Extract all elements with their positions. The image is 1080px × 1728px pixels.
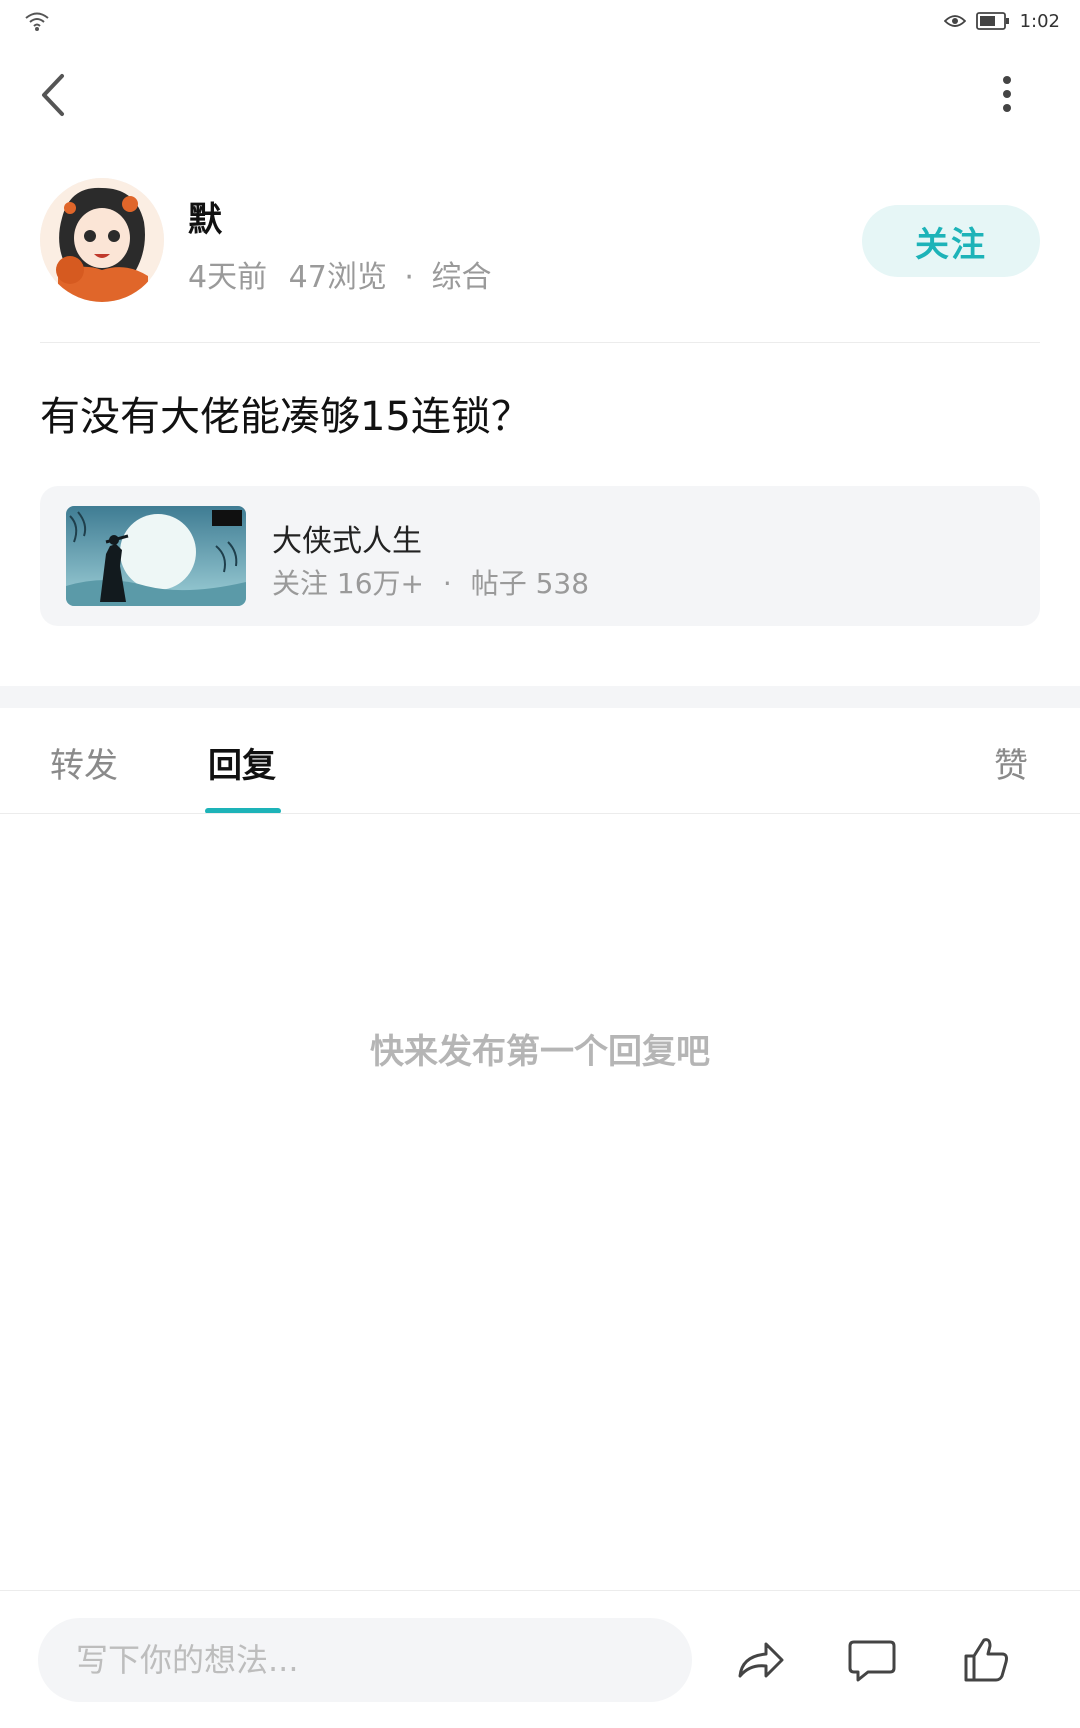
tab-repost[interactable]: 转发	[50, 738, 118, 787]
eye-icon	[943, 15, 966, 27]
game-name: 大侠式人生	[272, 524, 422, 559]
tabs-divider	[0, 813, 1080, 814]
author-name[interactable]: 默	[188, 192, 222, 241]
post-category[interactable]: 综合	[431, 260, 491, 295]
section-gap	[0, 686, 1080, 708]
game-card[interactable]: 大侠式人生 关注 16万+ · 帖子 538	[40, 486, 1040, 626]
chevron-left-icon[interactable]	[34, 70, 74, 120]
post-time: 4天前	[188, 260, 268, 295]
game-posts: 帖子 538	[470, 567, 590, 600]
wifi-icon	[25, 12, 49, 31]
game-stats: 关注 16万+ · 帖子 538	[272, 562, 589, 602]
status-time: 1:02	[1019, 10, 1060, 32]
more-vertical-icon[interactable]	[994, 74, 1020, 114]
comment-icon[interactable]	[846, 1634, 898, 1686]
author-meta: 4天前 47浏览 · 综合	[188, 252, 491, 296]
view-count: 47浏览	[288, 260, 387, 295]
thumbs-up-icon[interactable]	[960, 1634, 1012, 1686]
share-icon[interactable]	[734, 1634, 786, 1686]
post-title: 有没有大佬能凑够15连锁？	[40, 394, 531, 440]
game-followers: 关注 16万+	[272, 567, 424, 600]
game-thumbnail	[66, 506, 246, 606]
avatar[interactable]	[40, 178, 164, 302]
tab-reply[interactable]: 回复	[208, 738, 276, 787]
follow-button[interactable]: 关注	[862, 205, 1040, 277]
meta-separator: ·	[404, 260, 414, 295]
bottom-bar-divider	[0, 1590, 1080, 1591]
battery-icon	[975, 12, 1009, 30]
stats-separator: ·	[442, 567, 452, 600]
empty-reply-hint: 快来发布第一个回复吧	[370, 1032, 710, 1072]
tab-like[interactable]: 赞	[994, 738, 1028, 787]
divider	[40, 342, 1040, 343]
status-bar: 1:02	[0, 0, 1080, 44]
comment-input[interactable]	[38, 1618, 692, 1702]
